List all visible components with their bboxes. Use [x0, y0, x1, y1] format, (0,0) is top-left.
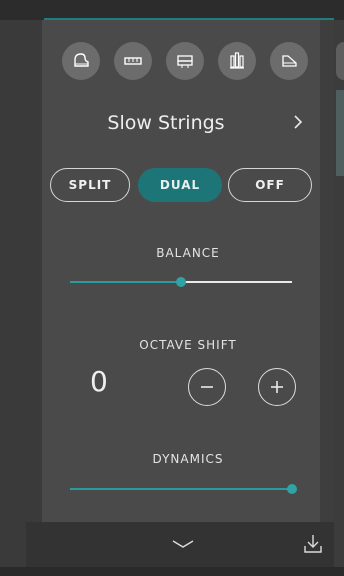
background-right: [334, 20, 344, 576]
octave-decrease-button[interactable]: [188, 368, 226, 406]
octave-shift-value: 0: [90, 365, 108, 398]
voice-button-next-partial[interactable]: [336, 42, 344, 80]
dynamics-slider-fill: [70, 488, 292, 490]
panel-edge: [320, 20, 334, 522]
balance-label: BALANCE: [156, 246, 220, 260]
dynamics-slider[interactable]: [70, 482, 297, 496]
bottom-edge: [0, 567, 344, 576]
dynamics-label: DYNAMICS: [152, 452, 224, 466]
balance-slider-thumb[interactable]: [176, 277, 186, 287]
octave-increase-button[interactable]: [258, 368, 296, 406]
harpsichord-icon: [282, 55, 297, 67]
dual-voice-panel: Slow Strings SPLIT DUAL OFF BALANCE OCTA…: [42, 20, 344, 522]
plus-icon: [271, 381, 283, 393]
dual-mode-button[interactable]: DUAL: [138, 168, 222, 202]
balance-slider-fill: [70, 281, 181, 283]
voice-button-harpsichord[interactable]: [270, 42, 308, 80]
voice-button-grand-piano[interactable]: [62, 42, 100, 80]
off-mode-button[interactable]: OFF: [228, 168, 312, 202]
minus-icon: [201, 386, 213, 388]
voice-button-organ[interactable]: [166, 42, 204, 80]
background-accent: [336, 90, 344, 176]
organ-icon: [177, 55, 193, 68]
download-icon[interactable]: [302, 532, 324, 556]
bottom-toolbar: [26, 522, 334, 567]
split-mode-button[interactable]: SPLIT: [50, 168, 130, 202]
selected-voice-name[interactable]: Slow Strings: [42, 112, 290, 134]
octave-shift-label: OCTAVE SHIFT: [139, 338, 237, 352]
balance-slider[interactable]: [70, 275, 292, 289]
chevron-down-icon[interactable]: [168, 534, 198, 554]
background-left: [0, 20, 42, 576]
pipe-organ-icon: [230, 52, 244, 69]
voice-button-electric-piano[interactable]: [114, 42, 152, 80]
chevron-right-icon[interactable]: [288, 110, 308, 134]
top-status-strip: [0, 0, 344, 20]
grand-piano-icon: [74, 53, 89, 67]
electric-piano-icon: [124, 57, 142, 65]
voice-button-pipe-organ[interactable]: [218, 42, 256, 80]
dynamics-slider-thumb[interactable]: [287, 484, 297, 494]
